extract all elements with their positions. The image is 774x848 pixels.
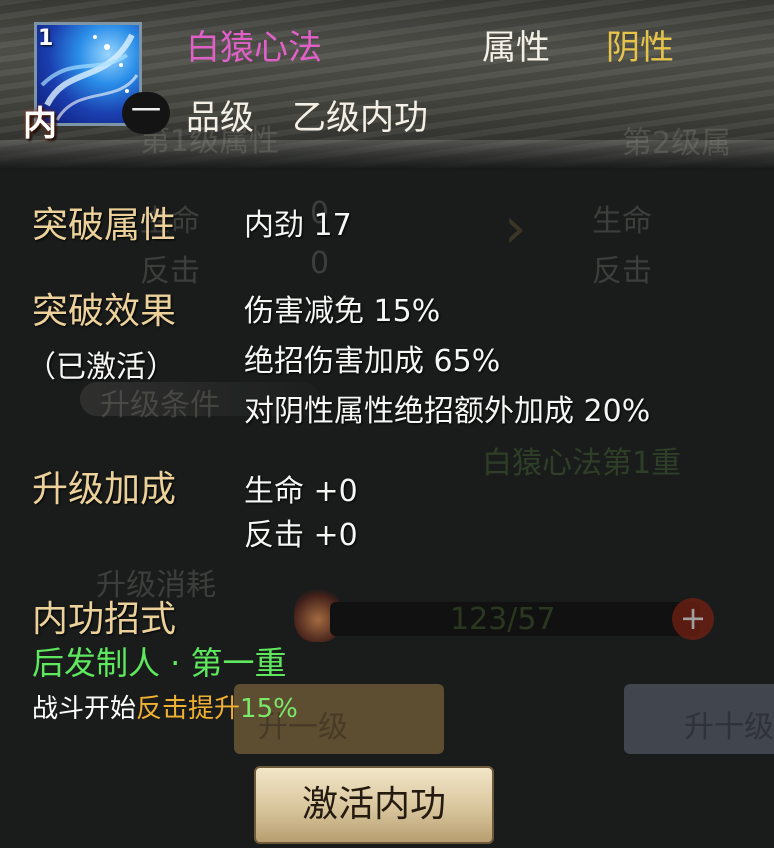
- bg-arrow-icon: ›: [504, 196, 527, 261]
- breakthrough-effect-title: 突破效果: [32, 291, 177, 332]
- grade-value: 乙级内功: [292, 98, 428, 138]
- move-desc-prefix: 战斗开始: [32, 694, 137, 724]
- attribute-label: 属性: [482, 28, 550, 68]
- bg-zero-2: 0: [310, 246, 330, 281]
- tier-badge: 一: [122, 92, 170, 134]
- bg-cost-value: 123/57: [450, 602, 556, 637]
- upgrade-bonus-line-1: 生命 +0: [244, 474, 358, 509]
- bg-level2-label: 第2级属: [622, 126, 732, 161]
- skill-level-number: 1: [38, 26, 54, 51]
- bg-upgrade-cond: 升级条件: [100, 388, 220, 423]
- bg-req-name: 白猿心法第1重: [482, 446, 682, 481]
- grade-label: 品级: [186, 98, 254, 138]
- breakthrough-attr-title: 突破属性: [32, 205, 177, 246]
- move-desc-highlight: 反击提升: [136, 694, 241, 724]
- move-name: 后发制人 · 第一重: [32, 644, 287, 682]
- move-desc-value: 15%: [240, 694, 298, 724]
- skill-name: 白猿心法: [186, 28, 322, 68]
- activate-skill-button[interactable]: 激活内功: [254, 766, 494, 844]
- move-description: 战斗开始反击提升15%: [32, 688, 298, 725]
- attribute-value: 阴性: [606, 28, 674, 68]
- bg-counter-right: 反击: [592, 254, 652, 289]
- breakthrough-effect-line-3: 对阴性属性绝招额外加成 20%: [244, 394, 651, 429]
- bg-upgrade-ten-label: 升十级: [684, 710, 774, 745]
- upgrade-bonus-line-2: 反击 +0: [244, 518, 358, 553]
- breakthrough-status: （已激活）: [26, 350, 176, 385]
- upgrade-bonus-title: 升级加成: [32, 469, 177, 510]
- breakthrough-attr-value: 内劲 17: [244, 208, 352, 243]
- breakthrough-effect-line-2: 绝招伤害加成 65%: [244, 344, 501, 379]
- plus-icon[interactable]: +: [672, 598, 714, 640]
- breakthrough-effect-line-1: 伤害减免 15%: [244, 294, 441, 329]
- moves-title: 内功招式: [32, 599, 177, 640]
- inner-skill-tag: 内: [23, 104, 57, 144]
- bg-life-right: 生命: [592, 204, 652, 239]
